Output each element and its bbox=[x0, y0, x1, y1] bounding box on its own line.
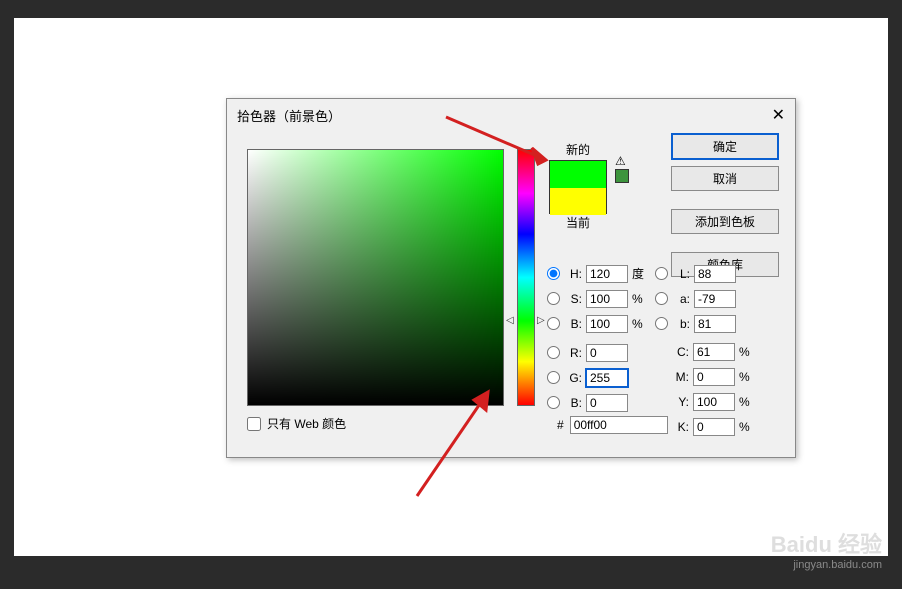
web-colors-checkbox[interactable] bbox=[247, 417, 261, 431]
label-h: H: bbox=[564, 267, 582, 281]
web-colors-checkbox-row: 只有 Web 颜色 bbox=[247, 415, 346, 432]
unit-brightness: % bbox=[632, 317, 646, 331]
close-icon[interactable]: ✕ bbox=[772, 105, 785, 125]
cmyk-inputs: C: % M: % Y: % K: % bbox=[669, 339, 753, 439]
unit-c: % bbox=[739, 345, 753, 359]
hue-indicator-left: ◁ bbox=[506, 315, 514, 326]
dialog-titlebar: 拾色器（前景色） ✕ bbox=[227, 99, 795, 131]
label-lab-b: b: bbox=[672, 317, 690, 331]
input-lab-b[interactable] bbox=[694, 315, 736, 333]
unit-s: % bbox=[632, 292, 646, 306]
hsb-rgb-inputs: H: 度 S: % B: % R: bbox=[547, 261, 646, 415]
hue-indicator-right: ▷ bbox=[537, 315, 545, 326]
current-color-label: 当前 bbox=[549, 214, 607, 231]
radio-r[interactable] bbox=[547, 346, 560, 359]
input-m[interactable] bbox=[693, 368, 735, 386]
radio-lab-b[interactable] bbox=[655, 317, 668, 330]
web-colors-label: 只有 Web 颜色 bbox=[267, 415, 346, 432]
input-r[interactable] bbox=[586, 344, 628, 362]
input-s[interactable] bbox=[586, 290, 628, 308]
color-field[interactable] bbox=[247, 149, 504, 406]
label-m: M: bbox=[669, 370, 689, 384]
dialog-body: ◁ ▷ 只有 Web 颜色 新的 当前 ⚠ 确定 取消 添加到色板 颜色库 H: bbox=[227, 131, 795, 151]
input-g[interactable] bbox=[586, 369, 628, 387]
current-color-swatch[interactable] bbox=[550, 188, 606, 215]
unit-y: % bbox=[739, 395, 753, 409]
gamut-warning-icon[interactable]: ⚠ bbox=[615, 154, 626, 168]
radio-s[interactable] bbox=[547, 292, 560, 305]
label-blue: B: bbox=[564, 396, 582, 410]
input-c[interactable] bbox=[693, 343, 735, 361]
input-hex[interactable] bbox=[570, 416, 668, 434]
input-l[interactable] bbox=[694, 265, 736, 283]
input-y[interactable] bbox=[693, 393, 735, 411]
cancel-button[interactable]: 取消 bbox=[671, 166, 779, 191]
input-brightness[interactable] bbox=[586, 315, 628, 333]
add-swatch-button[interactable]: 添加到色板 bbox=[671, 209, 779, 234]
input-blue[interactable] bbox=[586, 394, 628, 412]
label-s: S: bbox=[564, 292, 582, 306]
label-g: G: bbox=[564, 371, 582, 385]
label-y: Y: bbox=[669, 395, 689, 409]
hex-label: # bbox=[557, 418, 564, 432]
unit-h: 度 bbox=[632, 265, 646, 282]
label-r: R: bbox=[564, 346, 582, 360]
radio-l[interactable] bbox=[655, 267, 668, 280]
swatch-stack bbox=[549, 160, 607, 214]
new-color-swatch[interactable] bbox=[550, 161, 606, 188]
label-c: C: bbox=[669, 345, 689, 359]
ok-button[interactable]: 确定 bbox=[671, 133, 779, 160]
watermark-sub: jingyan.baidu.com bbox=[771, 559, 882, 571]
button-column: 确定 取消 添加到色板 颜色库 bbox=[671, 133, 779, 277]
unit-k: % bbox=[739, 420, 753, 434]
gamut-warning-swatch[interactable] bbox=[615, 169, 629, 183]
hue-slider[interactable] bbox=[517, 149, 535, 406]
input-h[interactable] bbox=[586, 265, 628, 283]
radio-h[interactable] bbox=[547, 267, 560, 280]
input-a[interactable] bbox=[694, 290, 736, 308]
radio-brightness[interactable] bbox=[547, 317, 560, 330]
radio-g[interactable] bbox=[547, 371, 560, 384]
label-a: a: bbox=[672, 292, 690, 306]
lab-inputs: L: a: b: bbox=[655, 261, 736, 336]
color-picker-dialog: 拾色器（前景色） ✕ ◁ ▷ 只有 Web 颜色 新的 当前 ⚠ 确定 取消 添… bbox=[226, 98, 796, 458]
dialog-title: 拾色器（前景色） bbox=[237, 106, 341, 125]
label-k: K: bbox=[669, 420, 689, 434]
color-preview: 新的 当前 bbox=[549, 141, 607, 233]
new-color-label: 新的 bbox=[549, 141, 607, 158]
radio-a[interactable] bbox=[655, 292, 668, 305]
label-l: L: bbox=[672, 267, 690, 281]
radio-blue[interactable] bbox=[547, 396, 560, 409]
label-brightness: B: bbox=[564, 317, 582, 331]
unit-m: % bbox=[739, 370, 753, 384]
input-k[interactable] bbox=[693, 418, 735, 436]
hex-row: # bbox=[557, 416, 668, 434]
